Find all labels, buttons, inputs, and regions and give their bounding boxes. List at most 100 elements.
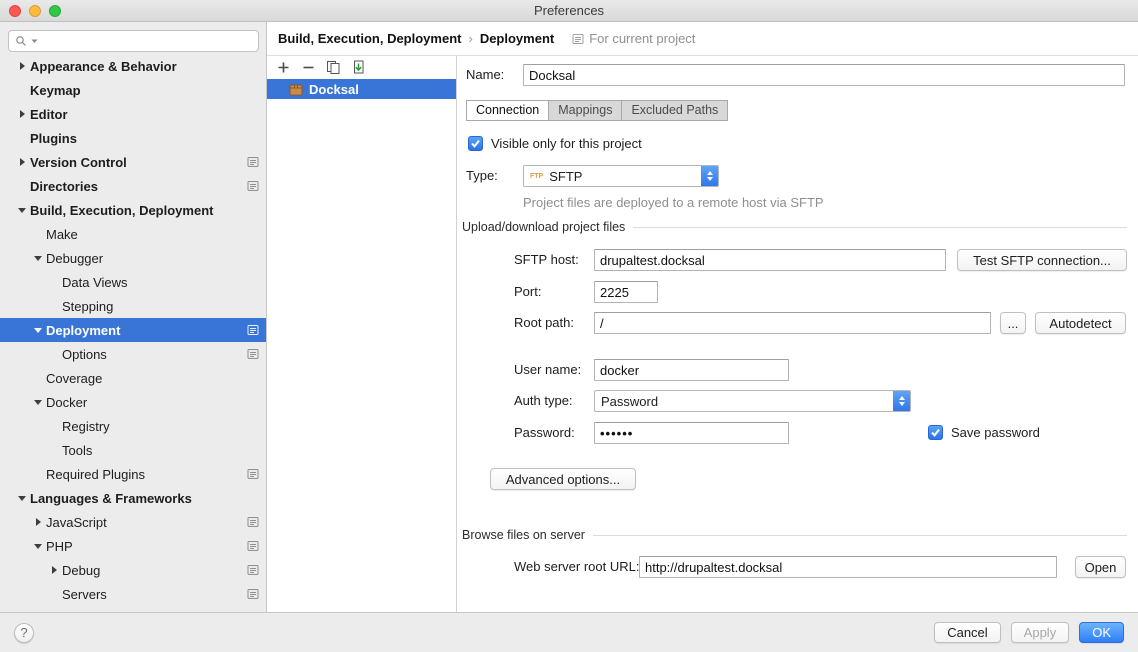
- name-input[interactable]: [523, 64, 1125, 86]
- import-server-button[interactable]: [348, 58, 369, 77]
- sidebar-item-tools[interactable]: Tools: [0, 438, 266, 462]
- project-settings-icon: [247, 516, 259, 528]
- for-current-project-icon: [572, 33, 584, 45]
- copy-server-button[interactable]: [323, 58, 344, 77]
- sidebar-item-registry[interactable]: Registry: [0, 414, 266, 438]
- chevron-down-icon[interactable]: [30, 544, 46, 549]
- scope-indicator: For current project: [572, 31, 695, 46]
- breadcrumb-parent[interactable]: Build, Execution, Deployment: [278, 31, 461, 46]
- close-window-button[interactable]: [9, 5, 21, 17]
- sidebar-item-editor[interactable]: Editor: [0, 102, 266, 126]
- auth-type-selected-value: Password: [601, 394, 658, 409]
- settings-search[interactable]: [8, 30, 259, 52]
- deployment-settings-panel: Name: Connection Mappings Excluded Paths…: [457, 56, 1138, 612]
- visible-project-label: Visible only for this project: [491, 136, 642, 151]
- chevron-down-icon[interactable]: [30, 328, 46, 333]
- browse-root-path-button[interactable]: ...: [1000, 312, 1026, 334]
- sidebar-item-coverage[interactable]: Coverage: [0, 366, 266, 390]
- advanced-options-button[interactable]: Advanced options...: [490, 468, 636, 490]
- sidebar-item-plugins[interactable]: Plugins: [0, 126, 266, 150]
- project-settings-icon: [247, 180, 259, 192]
- sftp-host-label: SFTP host:: [514, 249, 579, 271]
- search-input[interactable]: [41, 32, 252, 50]
- check-icon: [470, 138, 481, 149]
- breadcrumb-separator: ›: [468, 31, 472, 46]
- sidebar-item-deployment[interactable]: Deployment: [0, 318, 266, 342]
- chevron-right-icon[interactable]: [30, 518, 46, 526]
- server-list-item[interactable]: Docksal: [267, 79, 456, 99]
- apply-button[interactable]: Apply: [1011, 622, 1070, 643]
- cancel-button[interactable]: Cancel: [934, 622, 1000, 643]
- test-sftp-connection-button[interactable]: Test SFTP connection...: [957, 249, 1127, 271]
- dialog-footer: ? Cancel Apply OK: [0, 612, 1138, 652]
- sidebar-item-php-servers[interactable]: Servers: [0, 582, 266, 606]
- chevron-right-icon[interactable]: [14, 158, 30, 166]
- sidebar-item-php-debug[interactable]: Debug: [0, 558, 266, 582]
- chevron-down-icon[interactable]: [30, 256, 46, 261]
- chevron-down-icon[interactable]: [14, 496, 30, 501]
- chevron-down-icon[interactable]: [30, 400, 46, 405]
- project-settings-icon: [247, 324, 259, 336]
- settings-sidebar: Appearance & Behavior Keymap Editor Plug…: [0, 22, 267, 612]
- remove-server-button[interactable]: [298, 58, 319, 77]
- sidebar-item-build-execution-deployment[interactable]: Build, Execution, Deployment: [0, 198, 266, 222]
- user-name-label: User name:: [514, 359, 581, 381]
- visible-project-row: Visible only for this project: [468, 136, 642, 151]
- sidebar-item-javascript[interactable]: JavaScript: [0, 510, 266, 534]
- chevron-down-icon[interactable]: [14, 208, 30, 213]
- auth-type-select[interactable]: Password: [594, 390, 911, 412]
- web-root-input[interactable]: [639, 556, 1057, 578]
- settings-tree: Appearance & Behavior Keymap Editor Plug…: [0, 54, 266, 606]
- sidebar-item-debugger[interactable]: Debugger: [0, 246, 266, 270]
- sidebar-item-stepping[interactable]: Stepping: [0, 294, 266, 318]
- settings-tabs: Connection Mappings Excluded Paths: [466, 100, 728, 121]
- sftp-type-icon: FTP: [530, 173, 543, 180]
- sidebar-item-appearance-behavior[interactable]: Appearance & Behavior: [0, 54, 266, 78]
- root-path-input[interactable]: [594, 312, 991, 334]
- save-password-checkbox[interactable]: [928, 425, 943, 440]
- ok-button[interactable]: OK: [1079, 622, 1124, 643]
- sidebar-item-directories[interactable]: Directories: [0, 174, 266, 198]
- chevron-right-icon[interactable]: [14, 110, 30, 118]
- type-selected-value: SFTP: [549, 169, 582, 184]
- chevron-right-icon[interactable]: [14, 62, 30, 70]
- sidebar-item-keymap[interactable]: Keymap: [0, 78, 266, 102]
- sidebar-item-make[interactable]: Make: [0, 222, 266, 246]
- upload-section-title: Upload/download project files: [462, 220, 625, 234]
- sidebar-item-docker[interactable]: Docker: [0, 390, 266, 414]
- help-button[interactable]: ?: [14, 623, 34, 643]
- servers-panel: Docksal: [267, 56, 457, 612]
- sidebar-item-php[interactable]: PHP: [0, 534, 266, 558]
- web-root-label: Web server root URL:: [514, 556, 639, 578]
- user-name-input[interactable]: [594, 359, 789, 381]
- tab-connection[interactable]: Connection: [466, 100, 549, 121]
- minimize-window-button[interactable]: [29, 5, 41, 17]
- preferences-window: Preferences Appearance & Behavior Keymap…: [0, 0, 1138, 652]
- type-help-text: Project files are deployed to a remote h…: [523, 195, 824, 210]
- sidebar-item-options[interactable]: Options: [0, 342, 266, 366]
- traffic-lights: [9, 5, 61, 17]
- project-settings-icon: [247, 156, 259, 168]
- type-select[interactable]: FTP SFTP: [523, 165, 719, 187]
- sidebar-item-required-plugins[interactable]: Required Plugins: [0, 462, 266, 486]
- project-settings-icon: [247, 468, 259, 480]
- sidebar-item-data-views[interactable]: Data Views: [0, 270, 266, 294]
- autodetect-button[interactable]: Autodetect: [1035, 312, 1126, 334]
- visible-project-checkbox[interactable]: [468, 136, 483, 151]
- tab-excluded-paths[interactable]: Excluded Paths: [621, 100, 728, 121]
- port-input[interactable]: [594, 281, 658, 303]
- sidebar-item-languages-frameworks[interactable]: Languages & Frameworks: [0, 486, 266, 510]
- tab-mappings[interactable]: Mappings: [548, 100, 622, 121]
- zoom-window-button[interactable]: [49, 5, 61, 17]
- project-settings-icon: [247, 588, 259, 600]
- scope-label: For current project: [589, 31, 695, 46]
- sftp-host-input[interactable]: [594, 249, 946, 271]
- password-input[interactable]: [594, 422, 789, 444]
- chevron-right-icon[interactable]: [46, 566, 62, 574]
- sidebar-item-version-control[interactable]: Version Control: [0, 150, 266, 174]
- open-button[interactable]: Open: [1075, 556, 1126, 578]
- password-label: Password:: [514, 422, 575, 444]
- servers-toolbar: [267, 56, 456, 79]
- add-server-button[interactable]: [273, 58, 294, 77]
- auth-type-label: Auth type:: [514, 390, 573, 412]
